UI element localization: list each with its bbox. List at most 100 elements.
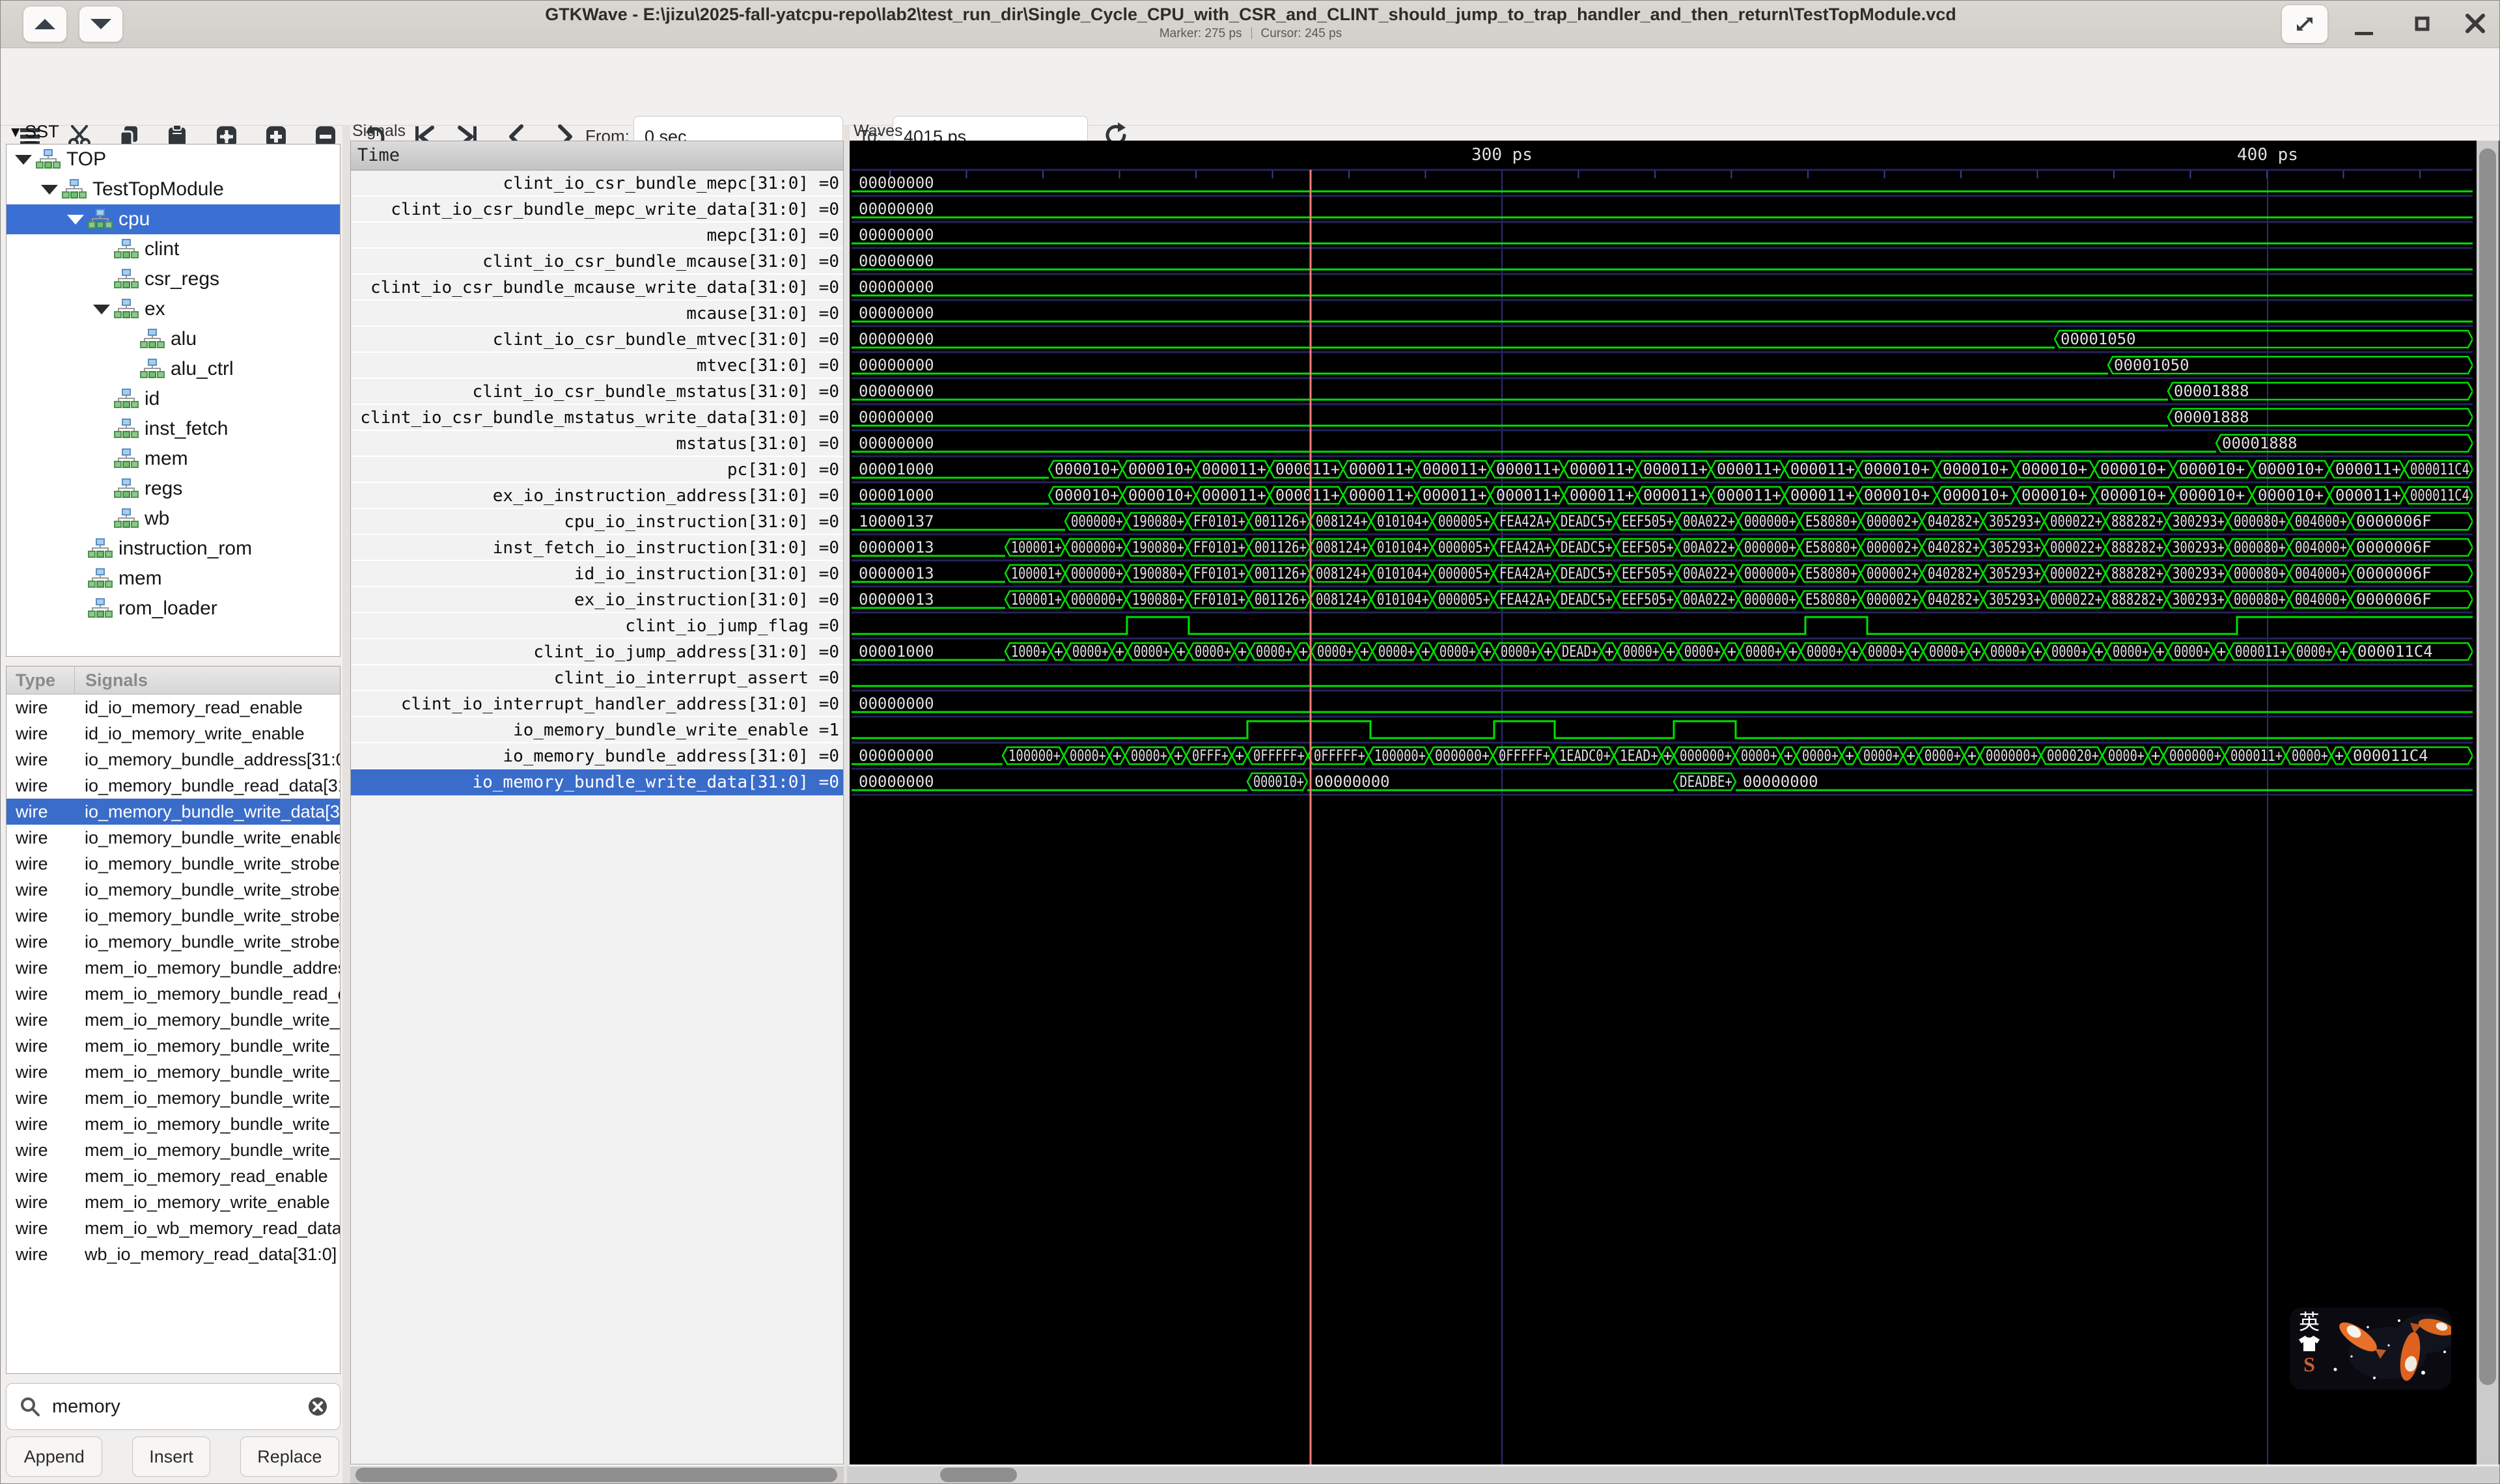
signal-row[interactable]: clint_io_csr_bundle_mstatus[31:0] =0 — [351, 379, 843, 405]
signal-list-table[interactable]: Type Signals wire id_io_memory_read_enab… — [6, 666, 340, 1374]
table-row[interactable]: wire mem_io_wb_memory_read_data[31:0] — [7, 1215, 340, 1241]
signal-row[interactable]: clint_io_interrupt_handler_address[31:0]… — [351, 691, 843, 717]
table-row[interactable]: wire id_io_memory_write_enable — [7, 721, 340, 747]
restore-window-button[interactable] — [2281, 5, 2328, 44]
signal-row[interactable]: clint_io_jump_address[31:0] =0 — [351, 639, 843, 665]
insert-button[interactable]: Insert — [132, 1436, 210, 1477]
clear-search-icon[interactable] — [306, 1395, 329, 1418]
module-tree[interactable]: TOP TestTopModule cpu clint csr_regs ex — [6, 144, 340, 657]
tree-node-instruction_rom[interactable]: instruction_rom — [7, 534, 340, 564]
tree-node-alu_ctrl[interactable]: alu_ctrl — [7, 354, 340, 384]
signal-row[interactable]: mepc[31:0] =0 — [351, 223, 843, 249]
tree-node-ex[interactable]: ex — [7, 294, 340, 324]
close-button[interactable] — [2460, 8, 2490, 42]
table-row[interactable]: wire mem_io_memory_bundle_address[31:0] — [7, 955, 340, 981]
signal-row[interactable]: io_memory_bundle_write_enable =1 — [351, 717, 843, 743]
signal-row[interactable]: pc[31:0] =0 — [351, 457, 843, 483]
type-column-header[interactable]: Type — [7, 666, 75, 694]
signal-row[interactable]: clint_io_jump_flag =0 — [351, 613, 843, 639]
tree-node-id[interactable]: id — [7, 384, 340, 414]
expander-icon[interactable] — [90, 305, 113, 314]
table-row[interactable]: wire mem_io_memory_read_enable — [7, 1163, 340, 1189]
signal-row[interactable]: ex_io_instruction[31:0] =0 — [351, 587, 843, 613]
table-row[interactable]: wire io_memory_bundle_address[31:0] — [7, 747, 340, 773]
signal-row[interactable]: io_memory_bundle_write_data[31:0] =0 — [351, 769, 843, 795]
expander-icon[interactable] — [12, 155, 35, 165]
table-row[interactable]: wire io_memory_bundle_write_strobe_1 — [7, 877, 340, 903]
svg-text:0000+: 0000+ — [2108, 747, 2145, 765]
signal-row[interactable]: cpu_io_instruction[31:0] =0 — [351, 509, 843, 535]
table-row[interactable]: wire mem_io_memory_write_enable — [7, 1189, 340, 1215]
tree-node-TestTopModule[interactable]: TestTopModule — [7, 174, 340, 204]
table-row[interactable]: wire mem_io_memory_bundle_write_data[31:… — [7, 1007, 340, 1033]
table-row[interactable]: wire io_memory_bundle_write_strobe_2 — [7, 903, 340, 929]
search-input[interactable] — [51, 1395, 306, 1418]
signal-row[interactable]: inst_fetch_io_instruction[31:0] =0 — [351, 535, 843, 561]
table-row[interactable]: wire mem_io_memory_bundle_write_strobe_1 — [7, 1085, 340, 1111]
time-column-header[interactable]: Time — [351, 141, 843, 171]
tree-node-rom_loader[interactable]: rom_loader — [7, 594, 340, 624]
tree-node-csr_regs[interactable]: csr_regs — [7, 264, 340, 294]
signal-row[interactable]: ex_io_instruction_address[31:0] =0 — [351, 483, 843, 509]
svg-text:+: + — [1788, 642, 1798, 661]
tree-node-TOP[interactable]: TOP — [7, 144, 340, 174]
waves-panel[interactable]: 300 ps400 ps0000000000000000000000000000… — [850, 141, 2500, 1464]
waves-hscrollbar[interactable] — [847, 1466, 2500, 1483]
signals-hscrollbar[interactable] — [350, 1466, 844, 1483]
ime-s-badge[interactable]: S — [2303, 1353, 2315, 1375]
replace-button[interactable]: Replace — [240, 1436, 339, 1477]
signal-row[interactable]: mtvec[31:0] =0 — [351, 353, 843, 379]
waves-canvas[interactable]: 300 ps400 ps0000000000000000000000000000… — [852, 141, 2473, 1464]
table-row[interactable]: wire mem_io_memory_bundle_write_enable — [7, 1033, 340, 1059]
shirt-icon[interactable] — [2298, 1335, 2320, 1352]
signal-search-box[interactable] — [6, 1383, 340, 1430]
signals-hscrollbar-thumb[interactable] — [355, 1468, 837, 1482]
signal-row[interactable]: mcause[31:0] =0 — [351, 301, 843, 327]
signal-row[interactable]: clint_io_csr_bundle_mstatus_write_data[3… — [351, 405, 843, 431]
waves-vscrollbar[interactable] — [2477, 141, 2499, 1464]
signal-row[interactable]: clint_io_csr_bundle_mepc[31:0] =0 — [351, 171, 843, 197]
table-row[interactable]: wire mem_io_memory_bundle_write_strobe_2 — [7, 1111, 340, 1137]
table-row[interactable]: wire mem_io_memory_bundle_read_data[31:0… — [7, 981, 340, 1007]
tree-node-wb[interactable]: wb — [7, 504, 340, 534]
svg-text:300293+: 300293+ — [2173, 564, 2225, 583]
table-row[interactable]: wire mem_io_memory_bundle_write_strobe_0 — [7, 1059, 340, 1085]
signal-row[interactable]: clint_io_csr_bundle_mtvec[31:0] =0 — [351, 327, 843, 353]
tree-node-alu[interactable]: alu — [7, 324, 340, 354]
table-row[interactable]: wire io_memory_bundle_write_strobe_3 — [7, 929, 340, 955]
waves-vscrollbar-thumb[interactable] — [2479, 148, 2496, 1385]
signal-row[interactable]: clint_io_csr_bundle_mcause[31:0] =0 — [351, 249, 843, 275]
tree-node-mem[interactable]: mem — [7, 444, 340, 474]
expander-icon[interactable] — [38, 185, 61, 195]
table-row[interactable]: wire io_memory_bundle_write_strobe_0 — [7, 851, 340, 877]
waves-hscrollbar-thumb[interactable] — [940, 1468, 1017, 1482]
maximize-button[interactable] — [2408, 10, 2437, 42]
tree-node-inst_fetch[interactable]: inst_fetch — [7, 414, 340, 444]
signal-row[interactable]: id_io_instruction[31:0] =0 — [351, 561, 843, 587]
svg-text:00001888: 00001888 — [2174, 382, 2249, 400]
table-row[interactable]: wire io_memory_bundle_write_data[31:0] — [7, 799, 340, 825]
signal-row[interactable]: io_memory_bundle_address[31:0] =0 — [351, 743, 843, 769]
signals-waves-sash[interactable] — [844, 125, 850, 1484]
signal-row[interactable]: clint_io_interrupt_assert =0 — [351, 665, 843, 691]
tree-node-clint[interactable]: clint — [7, 234, 340, 264]
table-row[interactable]: wire mem_io_memory_bundle_write_strobe_3 — [7, 1137, 340, 1163]
table-row[interactable]: wire io_memory_bundle_read_data[31:0] — [7, 773, 340, 799]
tree-node-mem[interactable]: mem — [7, 564, 340, 594]
ime-language-badge[interactable]: 英 — [2299, 1310, 2320, 1334]
tree-node-cpu[interactable]: cpu — [7, 204, 340, 234]
tree-node-regs[interactable]: regs — [7, 474, 340, 504]
signal-row[interactable]: clint_io_csr_bundle_mcause_write_data[31… — [351, 275, 843, 301]
table-row[interactable]: wire wb_io_memory_read_data[31:0] — [7, 1241, 340, 1267]
signal-row[interactable]: mstatus[31:0] =0 — [351, 431, 843, 457]
minimize-button[interactable] — [2350, 12, 2378, 42]
sidebar-sash[interactable] — [342, 125, 350, 1484]
signal-row[interactable]: clint_io_csr_bundle_mepc_write_data[31:0… — [351, 197, 843, 223]
table-row[interactable]: wire id_io_memory_read_enable — [7, 694, 340, 721]
signals-panel[interactable]: Time clint_io_csr_bundle_mepc[31:0] =0cl… — [350, 141, 844, 1464]
ime-koi-overlay[interactable]: 英 S — [2290, 1308, 2451, 1390]
signals-column-header[interactable]: Signals — [75, 666, 148, 694]
append-button[interactable]: Append — [6, 1436, 102, 1477]
expander-icon[interactable] — [64, 215, 87, 225]
table-row[interactable]: wire io_memory_bundle_write_enable — [7, 825, 340, 851]
